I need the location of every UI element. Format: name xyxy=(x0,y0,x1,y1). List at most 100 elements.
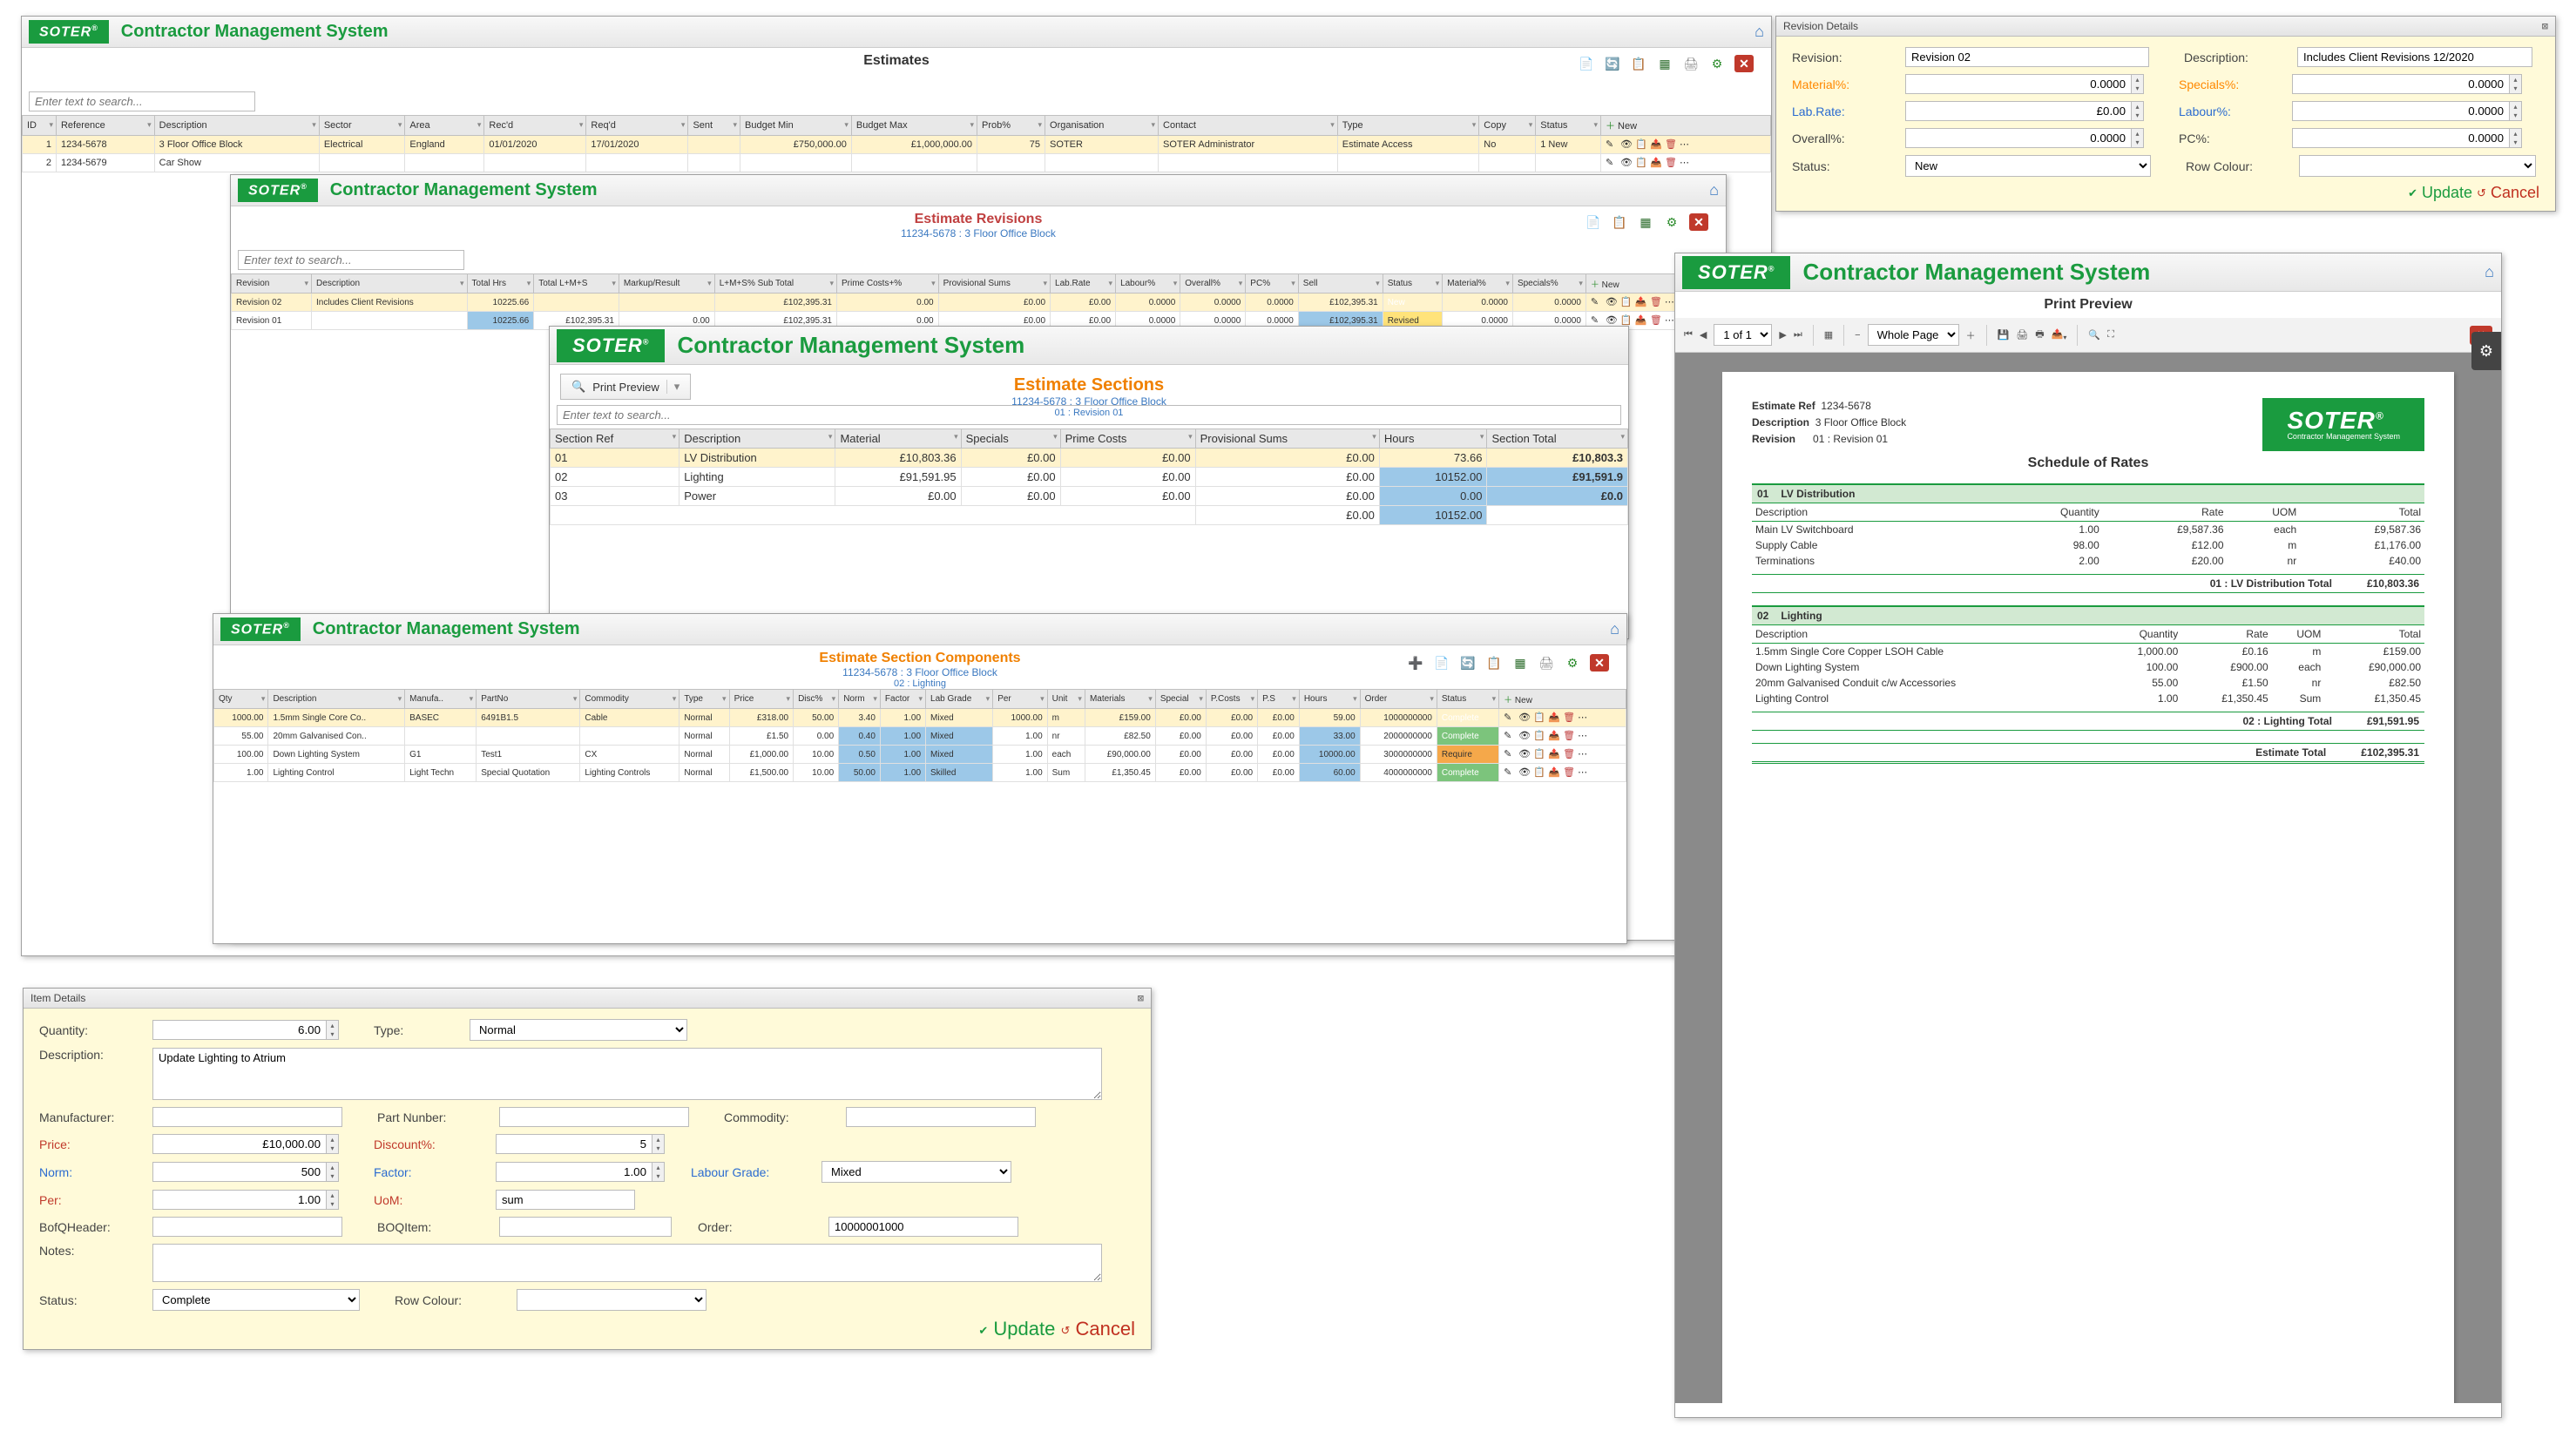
status-select[interactable]: New xyxy=(1905,155,2151,177)
column-header[interactable]: Per▾ xyxy=(993,690,1047,709)
view-icon[interactable]: 👁 xyxy=(1606,314,1618,327)
export-icon[interactable]: 📄 xyxy=(1433,654,1450,672)
column-header[interactable]: Order▾ xyxy=(1360,690,1437,709)
column-header[interactable]: Labour%▾ xyxy=(1116,274,1180,294)
filter-icon[interactable]: ▾ xyxy=(1152,120,1156,130)
column-header[interactable]: Type▾ xyxy=(1337,116,1478,136)
column-header[interactable]: Description▾ xyxy=(154,116,319,136)
save-icon[interactable]: 💾 xyxy=(1998,329,2010,341)
delete-icon[interactable]: 🗑 xyxy=(1665,138,1677,151)
column-header[interactable]: Section Ref▾ xyxy=(551,429,679,449)
column-header[interactable]: Provisional Sums▾ xyxy=(938,274,1050,294)
column-header[interactable]: Specials▾ xyxy=(961,429,1060,449)
search-input[interactable] xyxy=(557,405,1621,425)
table-row[interactable]: Revision 02Includes Client Revisions1022… xyxy=(232,294,1726,312)
filter-icon[interactable]: ▾ xyxy=(1376,279,1380,288)
fullscreen-icon[interactable]: ⛶ xyxy=(2107,329,2114,341)
view-icon[interactable]: 👁 xyxy=(1606,296,1618,308)
column-header[interactable]: Manufa..▾ xyxy=(405,690,477,709)
prev-page-icon[interactable]: ◀ xyxy=(1700,329,1707,341)
order-input[interactable] xyxy=(828,1217,1018,1237)
column-header[interactable]: Section Total▾ xyxy=(1487,429,1628,449)
export-icon[interactable]: 📤 xyxy=(1548,730,1560,742)
commodity-input[interactable] xyxy=(846,1107,1036,1127)
filter-icon[interactable]: ▾ xyxy=(1579,279,1583,288)
filter-icon[interactable]: ▾ xyxy=(49,120,53,130)
column-header[interactable]: Reference▾ xyxy=(56,116,154,136)
column-header[interactable]: Sector▾ xyxy=(319,116,405,136)
filter-icon[interactable]: ▾ xyxy=(873,694,877,704)
gear-icon[interactable]: ⚙ xyxy=(2471,332,2501,370)
column-header[interactable]: Status▾ xyxy=(1383,274,1443,294)
export-icon[interactable]: 📤 xyxy=(1635,296,1647,308)
column-header[interactable]: Organisation▾ xyxy=(1045,116,1159,136)
export-icon[interactable]: 📤 xyxy=(1650,157,1662,169)
export-icon[interactable]: 📤 xyxy=(1548,748,1560,760)
print-icon[interactable]: 🖨 xyxy=(2016,329,2028,341)
filter-icon[interactable]: ▾ xyxy=(1480,432,1484,442)
column-header[interactable]: Description▾ xyxy=(312,274,468,294)
column-header[interactable]: Lab.Rate▾ xyxy=(1051,274,1116,294)
column-header[interactable]: PartNo▾ xyxy=(477,690,580,709)
column-header[interactable]: Description▾ xyxy=(679,429,835,449)
search-input[interactable] xyxy=(238,250,464,270)
view-icon[interactable]: 👁 xyxy=(1518,712,1531,724)
column-header[interactable]: P.Costs▾ xyxy=(1206,690,1257,709)
specials-spinner[interactable]: ▴▾ xyxy=(2292,74,2522,94)
revisions-grid[interactable]: Revision▾Description▾Total Hrs▾Total L+M… xyxy=(231,273,1726,330)
filter-icon[interactable]: ▾ xyxy=(1472,120,1477,130)
refresh-icon[interactable]: 🔄 xyxy=(1604,55,1621,72)
zoom-out-icon[interactable]: − xyxy=(1855,330,1860,341)
filter-icon[interactable]: ▾ xyxy=(832,694,836,704)
boqitem-input[interactable] xyxy=(499,1217,672,1237)
filter-icon[interactable]: ▾ xyxy=(828,432,833,442)
filter-icon[interactable]: ▾ xyxy=(931,279,936,288)
edit-icon[interactable]: ✎ xyxy=(1504,712,1516,724)
filter-icon[interactable]: ▾ xyxy=(398,120,402,130)
edit-icon[interactable]: ✎ xyxy=(1591,296,1603,308)
column-header[interactable]: Unit▾ xyxy=(1047,690,1085,709)
components-grid[interactable]: Qty▾Description▾Manufa..▾PartNo▾Commodit… xyxy=(213,689,1626,782)
more-icon[interactable]: ⋯ xyxy=(1680,157,1692,169)
search-input[interactable] xyxy=(29,91,255,111)
more-icon[interactable]: ⋯ xyxy=(1578,730,1590,742)
filter-icon[interactable]: ▾ xyxy=(579,120,584,130)
delete-icon[interactable]: 🗑 xyxy=(1563,766,1575,779)
pc-spinner[interactable]: ▴▾ xyxy=(2292,128,2522,148)
filter-icon[interactable]: ▾ xyxy=(1188,432,1193,442)
table-row[interactable]: 21234-5679Car Show ✎ 👁 📋 📤 🗑 ⋯ xyxy=(23,154,1771,172)
column-header[interactable]: Prime Costs▾ xyxy=(1060,429,1195,449)
column-header[interactable]: Special▾ xyxy=(1155,690,1206,709)
delete-icon[interactable]: 🗑 xyxy=(1650,296,1662,308)
excel-icon[interactable]: ▦ xyxy=(1656,55,1673,72)
column-header[interactable]: Overall%▾ xyxy=(1180,274,1246,294)
new-column[interactable]: ＋ New xyxy=(1600,116,1770,136)
column-header[interactable]: Specials%▾ xyxy=(1512,274,1585,294)
column-header[interactable]: Budget Min▾ xyxy=(740,116,852,136)
filter-icon[interactable]: ▾ xyxy=(305,279,309,288)
column-header[interactable]: PC%▾ xyxy=(1246,274,1299,294)
column-header[interactable]: Hours▾ xyxy=(1299,690,1360,709)
filter-icon[interactable]: ▾ xyxy=(844,120,849,130)
copy-icon[interactable]: 📋 xyxy=(1533,748,1545,760)
column-header[interactable]: Commodity▾ xyxy=(580,690,679,709)
filter-icon[interactable]: ▾ xyxy=(1038,120,1043,130)
delete-icon[interactable]: 🗑 xyxy=(1563,730,1575,742)
filter-icon[interactable]: ▾ xyxy=(1043,279,1047,288)
export-icon[interactable]: 📤 xyxy=(1650,138,1662,151)
more-icon[interactable]: ⋯ xyxy=(1578,748,1590,760)
zoom-select[interactable]: Whole Page xyxy=(1868,324,1959,346)
filter-icon[interactable]: ▾ xyxy=(1053,432,1058,442)
view-icon[interactable]: 👁 xyxy=(1620,157,1633,169)
column-header[interactable]: Revision▾ xyxy=(232,274,312,294)
view-icon[interactable]: 👁 xyxy=(1620,138,1633,151)
manufacturer-input[interactable] xyxy=(152,1107,342,1127)
filter-icon[interactable]: ▾ xyxy=(1251,694,1255,704)
boqheader-input[interactable] xyxy=(152,1217,342,1237)
delete-icon[interactable]: 🗑 xyxy=(1650,314,1662,327)
copy-icon[interactable]: 📋 xyxy=(1620,296,1633,308)
description-input[interactable] xyxy=(2297,47,2532,67)
filter-icon[interactable]: ▾ xyxy=(1078,694,1082,704)
quick-print-icon[interactable]: 🖶 xyxy=(2035,327,2044,343)
filter-icon[interactable]: ▾ xyxy=(1492,694,1497,704)
